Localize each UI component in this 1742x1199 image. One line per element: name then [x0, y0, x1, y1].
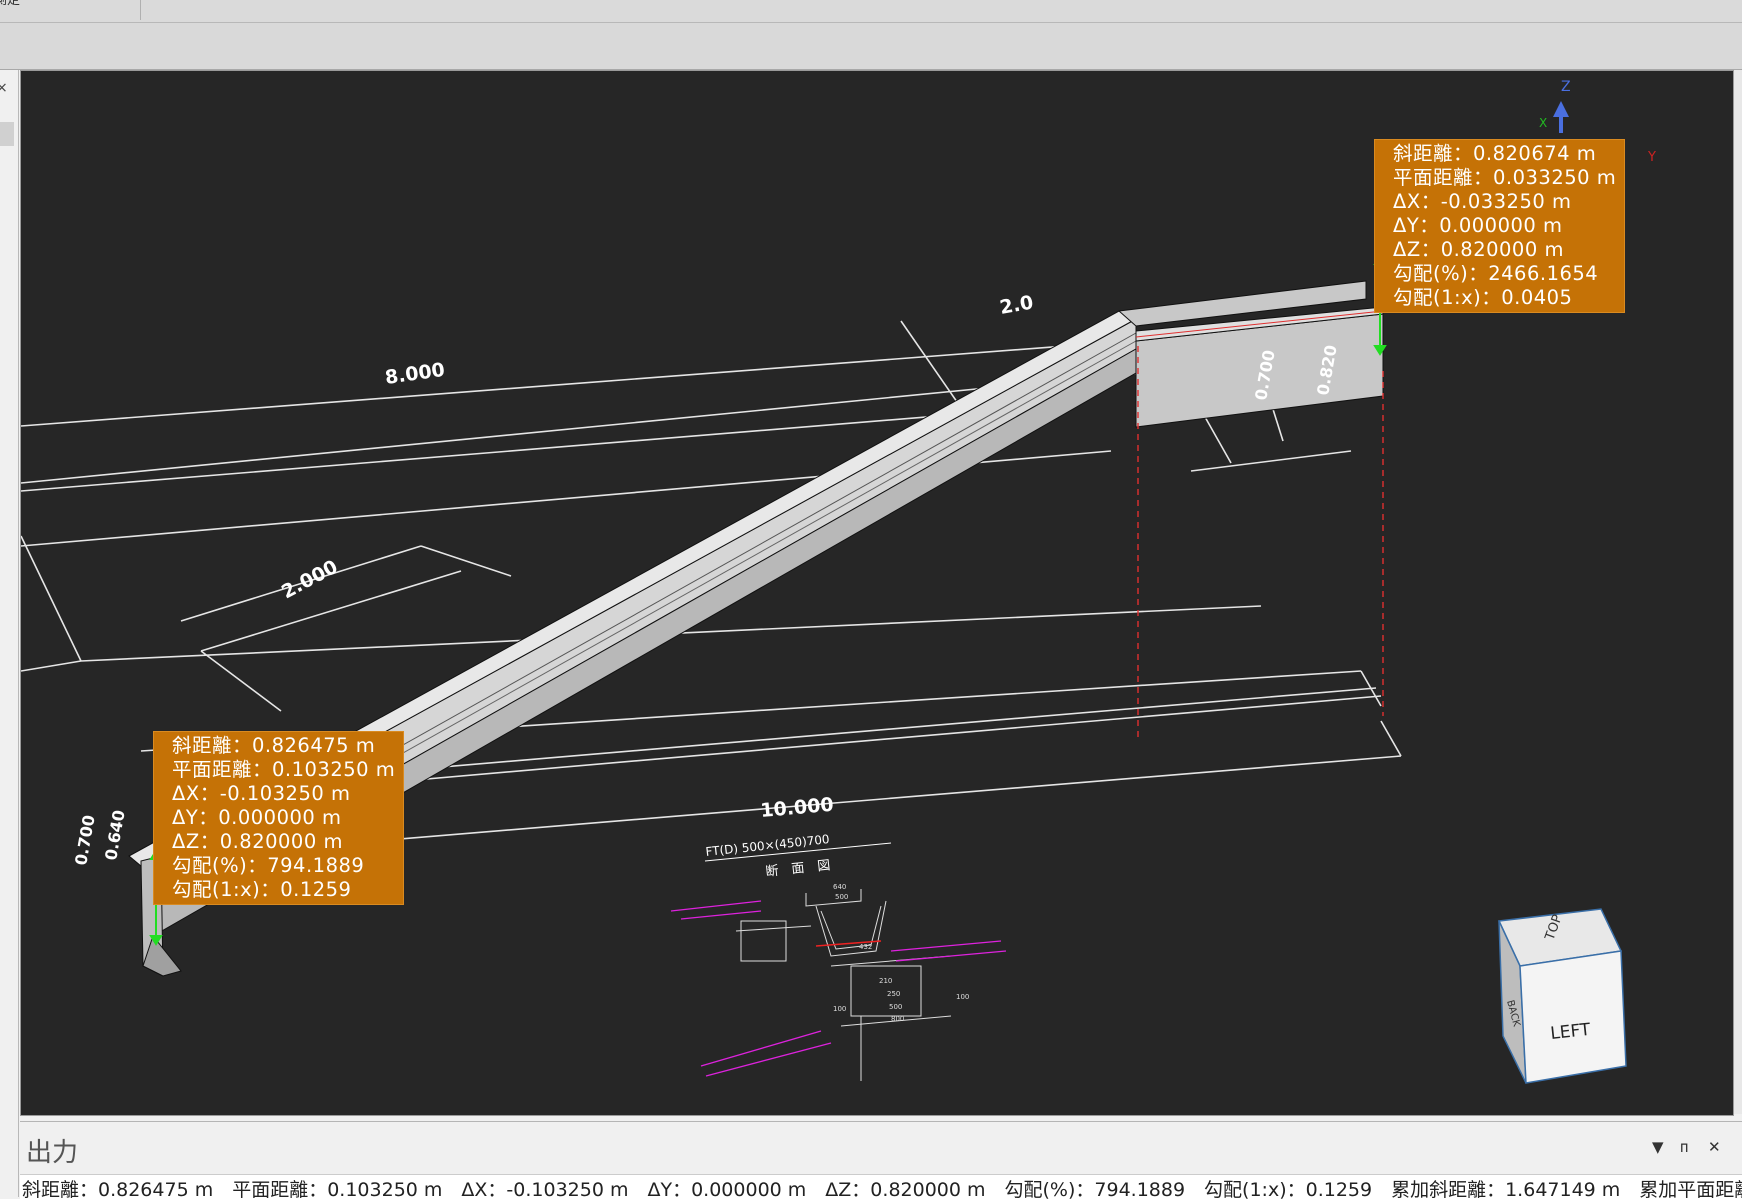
- 3d-viewport[interactable]: 8.000 2.000 10.000 2.0 0.700 0.820 0.700…: [20, 70, 1734, 1116]
- section-drawing: FT(D) 500×(450)700 断 面 図 640 500 432 210…: [670, 832, 1007, 1081]
- dim-2000-top: 2.0: [998, 291, 1035, 319]
- measure-grade-percent: 勾配(%)：794.1889: [172, 854, 365, 877]
- axis-x-label: X: [1539, 116, 1547, 130]
- section-dim-250: 250: [887, 990, 900, 998]
- left-panel-tab[interactable]: [0, 122, 14, 146]
- close-icon[interactable]: ✕: [1708, 1138, 1721, 1156]
- output-panel: 出力 ▼ ᴨ ✕ 斜距離：0.826475 m 平面距離：0.103250 m …: [20, 1121, 1742, 1199]
- measure-dz: ΔZ：0.820000 m: [1393, 238, 1564, 261]
- measure-dz: ΔZ：0.820000 m: [172, 830, 343, 853]
- view-cube[interactable]: TOP LEFT BACK: [1497, 908, 1627, 1084]
- dim-8000: 8.000: [384, 359, 447, 389]
- measure-plan-distance: 平面距離：0.033250 m: [1393, 166, 1617, 189]
- tab-label: 測定: [0, 0, 21, 8]
- measure-slope-distance: 斜距離：0.820674 m: [1393, 142, 1597, 165]
- measure-grade-ratio: 勾配(1:x)：0.0405: [1393, 286, 1573, 309]
- output-text[interactable]: 斜距離：0.826475 m 平面距離：0.103250 m ΔX：-0.103…: [20, 1174, 1742, 1199]
- dim-2000: 2.000: [278, 556, 341, 604]
- measure-result-start: 斜距離：0.826475 m 平面距離：0.103250 m ΔX：-0.103…: [153, 731, 405, 905]
- section-dim-500b: 500: [889, 1003, 902, 1011]
- pin-icon[interactable]: ᴨ: [1680, 1138, 1688, 1156]
- output-panel-title: 出力: [26, 1138, 79, 1168]
- measure-grade-percent: 勾配(%)：2466.1654: [1393, 262, 1599, 285]
- toolbar: [0, 23, 1742, 70]
- right-panel-edge: [1734, 70, 1742, 1114]
- axis-y-label: Y: [1647, 150, 1656, 165]
- measure-plan-distance: 平面距離：0.103250 m: [172, 758, 396, 781]
- chevron-down-icon[interactable]: ▼: [1652, 1138, 1664, 1156]
- section-dim-100b: 100: [956, 993, 969, 1001]
- section-dim-800: 800: [891, 1015, 904, 1023]
- axis-z-label: Z: [1561, 79, 1571, 95]
- dim-10000: 10.000: [760, 794, 835, 822]
- dim-0640-left: 0.640: [101, 809, 128, 862]
- section-dim-640: 640: [833, 883, 846, 891]
- section-dim-432: 432: [859, 943, 872, 951]
- measure-dy: ΔY：0.000000 m: [172, 806, 342, 829]
- close-icon[interactable]: ×: [0, 80, 8, 96]
- left-panel-edge: ×: [0, 70, 19, 1197]
- section-dim-210: 210: [879, 977, 892, 985]
- tab-measure[interactable]: 測定: [0, 0, 141, 20]
- measure-dx: ΔX：-0.033250 m: [1393, 190, 1572, 213]
- measure-grade-ratio: 勾配(1:x)：0.1259: [172, 878, 352, 901]
- view-cube-left[interactable]: LEFT: [1549, 1020, 1592, 1044]
- measure-dy: ΔY：0.000000 m: [1393, 214, 1563, 237]
- section-dim-100a: 100: [833, 1005, 846, 1013]
- section-subtitle: 断 面 図: [765, 858, 831, 880]
- measure-result-end: 斜距離：0.820674 m 平面距離：0.033250 m ΔX：-0.033…: [1374, 139, 1626, 313]
- dim-0700-left: 0.700: [71, 814, 98, 867]
- document-tab-bar: 測定: [0, 0, 1742, 23]
- section-dim-500: 500: [835, 893, 848, 901]
- output-line: 斜距離：0.826475 m 平面距離：0.103250 m ΔX：-0.103…: [22, 1179, 1742, 1199]
- measure-slope-distance: 斜距離：0.826475 m: [172, 734, 376, 757]
- measure-dx: ΔX：-0.103250 m: [172, 782, 351, 805]
